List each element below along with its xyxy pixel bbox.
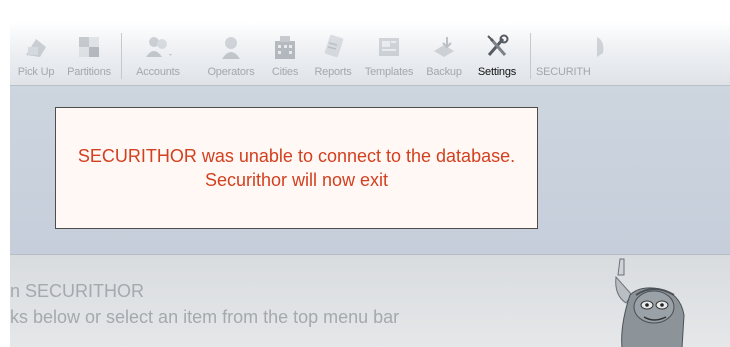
securithor-icon — [582, 32, 612, 62]
toolbar-accounts-button[interactable]: Accounts — [127, 21, 189, 85]
cities-icon — [270, 32, 300, 62]
toolbar-label-backup: Backup — [426, 66, 462, 78]
main-toolbar: Pick Up Partitions Accounts Operators Ci… — [10, 22, 730, 86]
toolbar-label-securithor: SECURITH — [536, 66, 591, 78]
backup-icon — [429, 32, 459, 62]
toolbar-label-operators: Operators — [207, 66, 255, 78]
toolbar-partitions-button[interactable]: Partitions — [62, 21, 116, 85]
toolbar-separator — [530, 33, 531, 79]
toolbar-templates-button[interactable]: Templates — [359, 21, 419, 85]
toolbar-label-accounts: Accounts — [136, 66, 180, 78]
toolbar-reports-button[interactable]: Reports — [307, 21, 359, 85]
toolbar-operators-button[interactable]: Operators — [199, 21, 263, 85]
toolbar-label-partitions: Partitions — [67, 66, 111, 78]
partitions-icon — [74, 32, 104, 62]
welcome-subtitle: ks below or select an item from the top … — [10, 307, 400, 327]
toolbar-separator — [121, 33, 122, 79]
mascot-icon — [610, 255, 730, 347]
toolbar-cities-button[interactable]: Cities — [263, 21, 307, 85]
toolbar-label-reports: Reports — [314, 66, 352, 78]
error-dialog: SECURITHOR was unable to connect to the … — [55, 107, 538, 229]
reports-icon — [318, 32, 348, 62]
window-top-strip — [0, 0, 730, 22]
settings-icon — [482, 32, 512, 62]
welcome-title: n SECURITHOR — [10, 281, 145, 301]
toolbar-backup-button[interactable]: Backup — [419, 21, 469, 85]
accounts-icon — [143, 32, 173, 62]
toolbar-pickup-button[interactable]: Pick Up — [10, 21, 62, 85]
welcome-panel: n SECURITHOR ks below or select an item … — [10, 254, 730, 347]
operators-icon — [216, 32, 246, 62]
toolbar-securithor-button[interactable]: SECURITH — [536, 21, 604, 85]
templates-icon — [374, 32, 404, 62]
toolbar-label-templates: Templates — [364, 66, 414, 78]
error-message: SECURITHOR was unable to connect to the … — [77, 146, 516, 190]
toolbar-label-settings: Settings — [477, 66, 517, 78]
toolbar-label-cities: Cities — [271, 66, 299, 78]
pickup-icon — [21, 32, 51, 62]
toolbar-settings-button[interactable]: Settings — [469, 21, 525, 85]
toolbar-label-pickup: Pick Up — [17, 66, 55, 78]
